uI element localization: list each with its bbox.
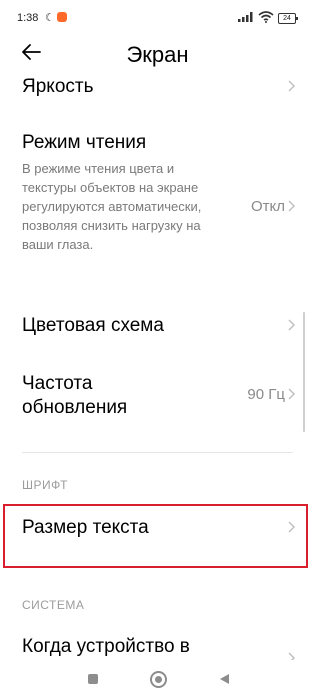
recents-icon[interactable]: [88, 674, 98, 684]
item-title: Когда устройство в: [22, 636, 190, 657]
back-triangle-icon[interactable]: [219, 673, 230, 685]
section-header-system: СИСТЕМА: [22, 598, 85, 612]
item-description: В режиме чтения цвета и текстуры объекто…: [22, 161, 202, 252]
moon-icon: ☾: [45, 12, 55, 24]
wifi-icon: [258, 11, 274, 23]
chevron-right-icon: [287, 319, 295, 331]
divider: [22, 452, 293, 453]
item-title: Яркость: [22, 76, 94, 97]
section-header-font: ШРИФТ: [22, 478, 68, 492]
page-title: Экран: [126, 42, 189, 67]
status-time: 1:38: [17, 12, 39, 24]
status-bar: 1:38 ☾ 24: [0, 0, 315, 36]
item-title: Цветовая схема: [22, 315, 164, 336]
chevron-right-icon: [287, 521, 295, 533]
item-title: Режим чтения: [22, 132, 147, 153]
header: Экран: [0, 36, 315, 76]
battery-icon: 24: [278, 13, 298, 24]
navigation-bar: [0, 660, 315, 700]
item-value: 90 Гц: [247, 386, 285, 403]
app-notification-icon: [57, 12, 67, 22]
chevron-right-icon: [287, 388, 295, 400]
chevron-right-icon: [287, 80, 295, 92]
item-value: Откл: [250, 198, 285, 215]
signal-icon: [238, 12, 253, 22]
item-title: Размер текста: [22, 517, 149, 538]
home-icon[interactable]: [150, 671, 167, 688]
scrollbar[interactable]: [303, 312, 305, 432]
item-title: Частота обновления: [22, 373, 128, 418]
chevron-right-icon: [287, 200, 295, 212]
